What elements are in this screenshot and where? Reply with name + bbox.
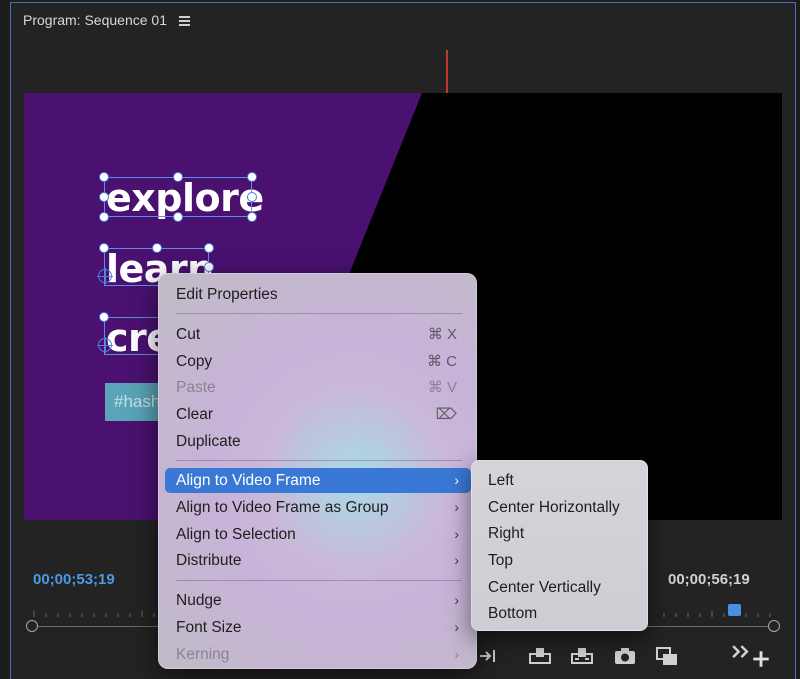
button-editor-plus-icon[interactable]: [748, 648, 774, 670]
panel-header: Program: Sequence 01: [23, 12, 191, 28]
chevron-right-icon: ›: [454, 619, 459, 635]
selection-box-create: [104, 317, 159, 355]
lift-icon[interactable]: [527, 645, 553, 667]
menu-item-edit-properties[interactable]: Edit Properties: [165, 282, 471, 307]
menu-item-label: Font Size: [176, 619, 242, 636]
submenu-item-right[interactable]: Right: [488, 521, 524, 546]
panel-title: Program: Sequence 01: [23, 12, 167, 28]
menu-separator: [176, 313, 462, 314]
transform-handle[interactable]: [204, 243, 214, 253]
playhead-line: [446, 50, 448, 93]
transform-handle[interactable]: [204, 262, 214, 272]
submenu-item-center-vertically[interactable]: Center Vertically: [488, 575, 601, 600]
menu-item-label: Paste: [176, 379, 216, 396]
align-submenu: Left Center Horizontally Right Top Cente…: [471, 460, 648, 631]
hamburger-menu-icon[interactable]: [178, 15, 191, 26]
menu-item-cut[interactable]: Cut ⌘ X: [165, 322, 471, 347]
shortcut-label: ⌘ V: [427, 379, 457, 396]
transform-handle[interactable]: [99, 192, 109, 202]
menu-item-label: Kerning: [176, 646, 230, 663]
transform-handle[interactable]: [247, 212, 257, 222]
hashtag-text: #hash: [114, 392, 161, 411]
extract-icon[interactable]: [569, 645, 595, 667]
shortcut-label: ⌘ X: [427, 326, 457, 343]
out-point-handle[interactable]: [768, 620, 780, 632]
transform-handle[interactable]: [173, 212, 183, 222]
menu-item-paste: Paste ⌘ V: [165, 375, 471, 400]
menu-item-label: Align to Selection: [176, 526, 296, 543]
menu-item-label: Copy: [176, 353, 213, 370]
submenu-item-bottom[interactable]: Bottom: [488, 601, 537, 626]
menu-item-label: Nudge: [176, 592, 222, 609]
menu-item-label: Clear: [176, 406, 214, 423]
chevron-right-icon: ›: [454, 472, 459, 488]
transform-handle[interactable]: [247, 172, 257, 182]
chevron-right-icon: ›: [454, 526, 459, 542]
end-timecode: 00;00;56;19: [668, 571, 750, 588]
shortcut-label: ⌘ C: [427, 353, 457, 370]
context-menu: Edit Properties Cut ⌘ X Copy ⌘ C Paste ⌘…: [158, 273, 477, 669]
anchor-point-icon[interactable]: [97, 268, 113, 284]
menu-item-label: Edit Properties: [176, 286, 278, 303]
menu-item-align-to-video-frame[interactable]: Align to Video Frame ›: [165, 468, 471, 493]
chevron-right-icon: ›: [454, 499, 459, 515]
menu-item-align-to-selection[interactable]: Align to Selection ›: [165, 522, 471, 547]
menu-item-nudge[interactable]: Nudge ›: [165, 588, 471, 613]
comparison-view-icon[interactable]: [654, 645, 680, 667]
chevron-right-icon: ›: [454, 552, 459, 568]
anchor-point-icon[interactable]: [97, 337, 113, 353]
transform-handle[interactable]: [99, 243, 109, 253]
menu-item-label: Align to Video Frame as Group: [176, 499, 389, 516]
selection-box-explore: [104, 177, 252, 217]
transform-handle[interactable]: [247, 192, 257, 202]
export-frame-camera-icon[interactable]: [612, 645, 638, 667]
menu-separator: [176, 580, 462, 581]
delete-key-icon: ⌦: [435, 406, 457, 423]
menu-separator: [176, 460, 462, 461]
menu-item-label: Duplicate: [176, 433, 241, 450]
transform-handle[interactable]: [152, 243, 162, 253]
transform-handle[interactable]: [99, 172, 109, 182]
submenu-item-center-horizontally[interactable]: Center Horizontally: [488, 495, 620, 520]
current-timecode[interactable]: 00;00;53;19: [33, 571, 115, 588]
menu-item-label: Align to Video Frame: [176, 472, 321, 489]
menu-item-clear[interactable]: Clear ⌦: [165, 402, 471, 427]
submenu-item-top[interactable]: Top: [488, 548, 513, 573]
chevron-right-icon: ›: [454, 646, 459, 662]
menu-item-font-size[interactable]: Font Size ›: [165, 615, 471, 640]
menu-item-kerning: Kerning ›: [165, 642, 471, 667]
menu-item-duplicate[interactable]: Duplicate: [165, 429, 471, 454]
submenu-item-left[interactable]: Left: [488, 468, 514, 493]
transform-handle[interactable]: [173, 172, 183, 182]
menu-item-distribute[interactable]: Distribute ›: [165, 548, 471, 573]
transform-handle[interactable]: [99, 212, 109, 222]
menu-item-label: Distribute: [176, 552, 242, 569]
menu-item-align-to-video-frame-group[interactable]: Align to Video Frame as Group ›: [165, 495, 471, 520]
in-point-handle[interactable]: [26, 620, 38, 632]
chevron-right-icon: ›: [454, 592, 459, 608]
playhead-handle[interactable]: [728, 604, 741, 616]
transform-handle[interactable]: [99, 312, 109, 322]
menu-item-copy[interactable]: Copy ⌘ C: [165, 349, 471, 374]
menu-item-label: Cut: [176, 326, 201, 343]
go-to-out-point-icon[interactable]: [476, 645, 502, 667]
